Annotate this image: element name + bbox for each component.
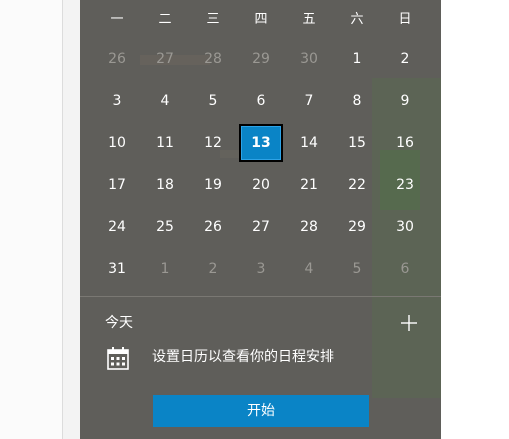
weekday-label: 日 — [398, 12, 412, 27]
calendar-day[interactable]: 15 — [335, 124, 379, 162]
calendar-day[interactable]: 19 — [191, 166, 235, 204]
calendar-day[interactable]: 30 — [383, 208, 427, 246]
weekday-header: 一 二 三 四 五 六 日 — [80, 8, 441, 32]
calendar-day[interactable]: 3 — [239, 250, 283, 288]
calendar-day-today[interactable]: 13 — [239, 124, 283, 162]
calendar-day[interactable]: 22 — [335, 166, 379, 204]
calendar-day[interactable]: 3 — [95, 82, 139, 120]
start-button[interactable]: 开始 — [153, 395, 369, 427]
weekday-label: 三 — [206, 12, 220, 27]
calendar-day[interactable]: 29 — [335, 208, 379, 246]
background-right-panel — [441, 0, 509, 439]
calendar-day[interactable]: 2 — [191, 250, 235, 288]
calendar-day[interactable]: 1 — [143, 250, 187, 288]
calendar-day[interactable]: 20 — [239, 166, 283, 204]
calendar-day[interactable]: 31 — [95, 250, 139, 288]
calendar-day[interactable]: 12 — [191, 124, 235, 162]
weekday-label: 六 — [350, 12, 364, 27]
calendar-day[interactable]: 30 — [287, 40, 331, 78]
calendar-day[interactable]: 28 — [191, 40, 235, 78]
calendar-day[interactable]: 17 — [95, 166, 139, 204]
calendar-day[interactable]: 27 — [143, 40, 187, 78]
calendar-day[interactable]: 4 — [287, 250, 331, 288]
calendar-day[interactable]: 14 — [287, 124, 331, 162]
weekday-label: 五 — [302, 12, 316, 27]
background-left-panel — [0, 0, 62, 439]
calendar-day[interactable]: 1 — [335, 40, 379, 78]
calendar-day[interactable]: 26 — [191, 208, 235, 246]
calendar-day[interactable]: 4 — [143, 82, 187, 120]
calendar-day[interactable]: 27 — [239, 208, 283, 246]
calendar-day[interactable]: 18 — [143, 166, 187, 204]
calendar-day[interactable]: 24 — [95, 208, 139, 246]
weekday-label: 二 — [158, 12, 172, 27]
calendar-day[interactable]: 6 — [239, 82, 283, 120]
plus-icon[interactable] — [400, 314, 418, 332]
calendar-icon — [107, 347, 129, 370]
calendar-day[interactable]: 5 — [335, 250, 379, 288]
calendar-day[interactable]: 23 — [383, 166, 427, 204]
calendar-day[interactable]: 7 — [287, 82, 331, 120]
setup-calendar-message: 设置日历以查看你的日程安排 — [152, 349, 334, 365]
today-heading: 今天 — [105, 315, 133, 331]
section-divider — [80, 296, 441, 297]
calendar-day[interactable]: 6 — [383, 250, 427, 288]
calendar-day[interactable]: 8 — [335, 82, 379, 120]
calendar-day[interactable]: 16 — [383, 124, 427, 162]
calendar-flyout: 一 二 三 四 五 六 日 26 27 28 29 30 1 2 3 4 5 6 7 8 9 10 11 12 1… — [80, 0, 441, 439]
weekday-label: 一 — [110, 12, 124, 27]
weekday-label: 四 — [254, 12, 268, 27]
calendar-day[interactable]: 21 — [287, 166, 331, 204]
calendar-day[interactable]: 26 — [95, 40, 139, 78]
calendar-day[interactable]: 2 — [383, 40, 427, 78]
calendar-day[interactable]: 28 — [287, 208, 331, 246]
background-strip — [63, 0, 80, 439]
calendar-day[interactable]: 9 — [383, 82, 427, 120]
calendar-day-grid: 26 27 28 29 30 1 2 3 4 5 6 7 8 9 10 11 12 13 14 15 16 17 18 19 2… — [80, 34, 441, 286]
calendar-day[interactable]: 10 — [95, 124, 139, 162]
calendar-day[interactable]: 11 — [143, 124, 187, 162]
calendar-day[interactable]: 25 — [143, 208, 187, 246]
calendar-day[interactable]: 29 — [239, 40, 283, 78]
calendar-day[interactable]: 5 — [191, 82, 235, 120]
